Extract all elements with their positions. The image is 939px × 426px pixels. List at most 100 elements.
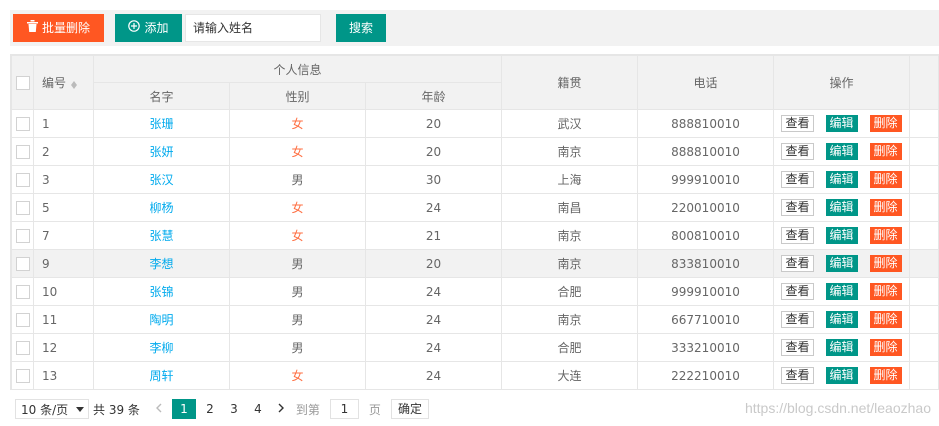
view-button[interactable]: 查看	[781, 115, 814, 132]
view-button[interactable]: 查看	[781, 171, 814, 188]
view-button[interactable]: 查看	[781, 367, 814, 384]
cell-ops: 查看 编辑 删除	[773, 249, 910, 278]
view-button[interactable]: 查看	[781, 283, 814, 300]
delete-button[interactable]: 删除	[869, 171, 902, 188]
cell-id: 10	[33, 277, 94, 306]
table-row[interactable]: 10 张锦男 24 合肥 999910010 查看 编辑 删除	[11, 277, 938, 306]
cell-spacer	[909, 361, 938, 389]
row-checkbox[interactable]	[15, 312, 30, 327]
table-row[interactable]: 2 张妍女 20 南京 888810010 查看 编辑 删除	[11, 137, 938, 166]
search-button[interactable]: 搜索	[336, 14, 386, 42]
edit-button[interactable]: 编辑	[825, 339, 858, 356]
delete-button[interactable]: 删除	[869, 367, 902, 384]
row-checkbox[interactable]	[15, 256, 30, 271]
edit-button[interactable]: 编辑	[825, 143, 858, 160]
page-number[interactable]: 2	[198, 399, 222, 419]
sort-icon[interactable]	[70, 78, 78, 90]
view-button[interactable]: 查看	[781, 199, 814, 216]
cell-name: 周轩	[93, 361, 230, 389]
table-row[interactable]: 1 张珊女 20 武汉 888810010 查看 编辑 删除	[11, 109, 938, 138]
delete-button[interactable]: 删除	[869, 199, 902, 216]
page-number[interactable]: 4	[246, 399, 270, 419]
page-number[interactable]: 3	[222, 399, 246, 419]
delete-button[interactable]: 删除	[869, 255, 902, 272]
cell-name: 陶明	[93, 305, 230, 334]
cell-origin: 合肥	[501, 277, 638, 306]
view-button[interactable]: 查看	[781, 311, 814, 328]
header-name: 名字	[93, 82, 230, 110]
view-button[interactable]: 查看	[781, 255, 814, 272]
cell-name: 柳杨	[93, 193, 230, 222]
edit-button[interactable]: 编辑	[825, 199, 858, 216]
cell-origin: 南京	[501, 221, 638, 250]
edit-button[interactable]: 编辑	[825, 255, 858, 272]
page-size-select[interactable]: 10 条/页	[15, 399, 89, 419]
table-row[interactable]: 13 周轩女 24 大连 222210010 查看 编辑 删除	[11, 361, 938, 389]
batch-delete-button[interactable]: 批量删除	[13, 14, 104, 42]
row-checkbox[interactable]	[15, 368, 30, 383]
cell-gender: 女	[229, 137, 366, 166]
cell-phone: 222210010	[637, 361, 774, 389]
goto-page-input[interactable]: 1	[329, 399, 359, 419]
add-button[interactable]: 添加	[115, 14, 182, 42]
table-row[interactable]: 12 李柳男 24 合肥 333210010 查看 编辑 删除	[11, 333, 938, 362]
cell-phone: 999910010	[637, 277, 774, 306]
table-row[interactable]: 7 张慧女 21 南京 800810010 查看 编辑 删除	[11, 221, 938, 250]
table-row[interactable]: 11 陶明男 24 南京 667710010 查看 编辑 删除	[11, 305, 938, 334]
cell-spacer	[909, 221, 938, 250]
cell-origin: 南京	[501, 305, 638, 334]
select-all-checkbox[interactable]	[15, 75, 30, 90]
row-select-cell	[11, 193, 34, 222]
row-checkbox[interactable]	[15, 172, 30, 187]
page-number[interactable]: 1	[171, 399, 196, 419]
search-input[interactable]	[185, 14, 321, 42]
row-checkbox[interactable]	[15, 228, 30, 243]
row-checkbox[interactable]	[15, 340, 30, 355]
cell-origin: 南京	[501, 249, 638, 278]
edit-button[interactable]: 编辑	[825, 115, 858, 132]
edit-button[interactable]: 编辑	[825, 311, 858, 328]
cell-age: 20	[365, 249, 502, 278]
cell-phone: 220010010	[637, 193, 774, 222]
cell-ops: 查看 编辑 删除	[773, 193, 910, 222]
edit-button[interactable]: 编辑	[825, 227, 858, 244]
cell-origin: 南京	[501, 137, 638, 166]
cell-age: 20	[365, 109, 502, 138]
delete-button[interactable]: 删除	[869, 115, 902, 132]
chevron-right-icon[interactable]	[270, 402, 292, 416]
row-select-cell	[11, 221, 34, 250]
cell-phone: 667710010	[637, 305, 774, 334]
goto-confirm-button[interactable]: 确定	[390, 399, 429, 419]
chevron-left-icon[interactable]	[148, 402, 170, 416]
row-checkbox[interactable]	[15, 200, 30, 215]
cell-phone: 333210010	[637, 333, 774, 362]
table-row[interactable]: 3 张汉男 30 上海 999910010 查看 编辑 删除	[11, 165, 938, 194]
cell-spacer	[909, 277, 938, 306]
cell-origin: 大连	[501, 361, 638, 389]
view-button[interactable]: 查看	[781, 227, 814, 244]
cell-ops: 查看 编辑 删除	[773, 165, 910, 194]
delete-button[interactable]: 删除	[869, 227, 902, 244]
add-label: 添加	[144, 21, 169, 35]
edit-button[interactable]: 编辑	[825, 367, 858, 384]
edit-button[interactable]: 编辑	[825, 171, 858, 188]
table-row[interactable]: 5 柳杨女 24 南昌 220010010 查看 编辑 删除	[11, 193, 938, 222]
delete-button[interactable]: 删除	[869, 143, 902, 160]
caret-down-icon	[76, 407, 84, 416]
total-count: 共 39 条	[93, 402, 140, 417]
header-id[interactable]: 编号	[33, 55, 94, 110]
row-select-cell	[11, 277, 34, 306]
delete-button[interactable]: 删除	[869, 311, 902, 328]
table-row[interactable]: 9 李想男 20 南京 833810010 查看 编辑 删除	[11, 249, 938, 278]
row-checkbox[interactable]	[15, 144, 30, 159]
row-checkbox[interactable]	[15, 116, 30, 131]
cell-origin: 上海	[501, 165, 638, 194]
view-button[interactable]: 查看	[781, 143, 814, 160]
view-button[interactable]: 查看	[781, 339, 814, 356]
page-numbers: 1234	[170, 399, 270, 419]
edit-button[interactable]: 编辑	[825, 283, 858, 300]
cell-gender: 女	[229, 193, 366, 222]
row-checkbox[interactable]	[15, 284, 30, 299]
delete-button[interactable]: 删除	[869, 339, 902, 356]
delete-button[interactable]: 删除	[869, 283, 902, 300]
